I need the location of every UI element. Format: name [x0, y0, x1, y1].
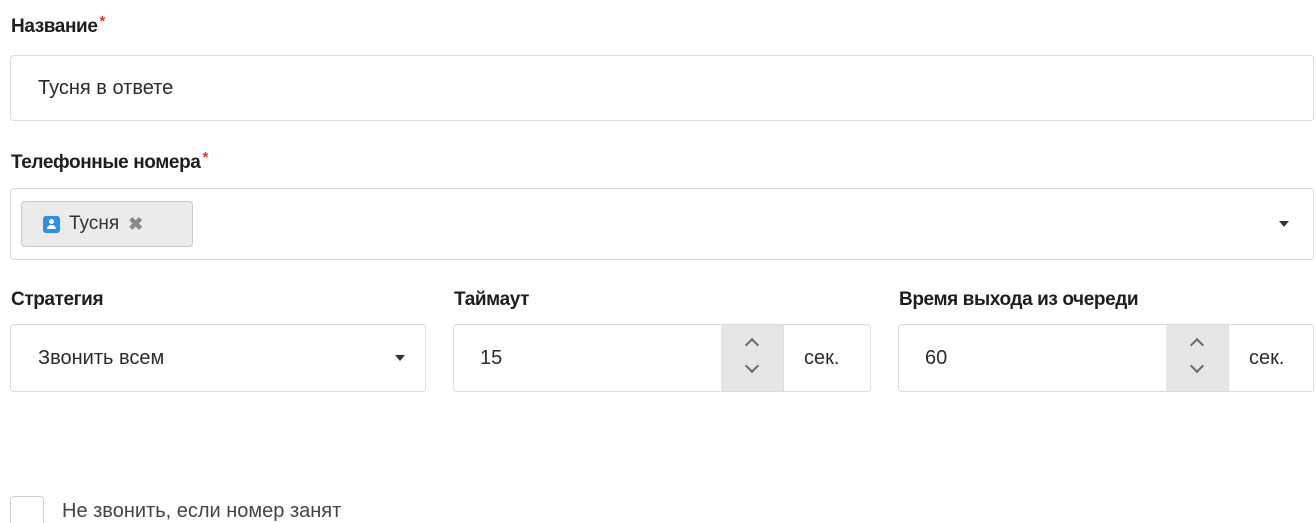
phones-label: Телефонные номера *: [11, 149, 208, 174]
phone-tag-label: Тусня: [69, 213, 120, 234]
phone-tag[interactable]: Тусня ✖: [21, 201, 193, 247]
required-asterisk: *: [99, 13, 105, 30]
strategy-label: Стратегия: [11, 289, 104, 310]
name-label: Название *: [11, 13, 105, 38]
busy-checkbox-label[interactable]: Не звонить, если номер занят: [62, 500, 341, 523]
busy-checkbox[interactable]: [10, 496, 44, 523]
timeout-stepper[interactable]: [721, 325, 783, 391]
required-asterisk: *: [202, 149, 208, 166]
strategy-value: Звонить всем: [38, 347, 165, 369]
chevron-down-icon[interactable]: [1279, 221, 1289, 227]
queue-exit-stepper[interactable]: [1166, 325, 1228, 391]
queue-exit-input[interactable]: 60 сек.: [898, 324, 1314, 392]
name-input[interactable]: Тусня в ответе: [10, 55, 1314, 121]
chevron-up-icon[interactable]: [744, 337, 760, 353]
timeout-unit: сек.: [804, 347, 840, 369]
queue-exit-unit: сек.: [1249, 347, 1285, 369]
chevron-down-icon[interactable]: [744, 358, 760, 374]
name-input-value: Тусня в ответе: [38, 77, 174, 99]
timeout-label: Таймаут: [454, 289, 530, 310]
chevron-down-icon[interactable]: [395, 355, 405, 361]
phones-label-text: Телефонные номера: [11, 152, 201, 173]
remove-tag-icon[interactable]: ✖: [128, 214, 143, 235]
phones-select[interactable]: Тусня ✖: [10, 188, 1314, 260]
chevron-down-icon[interactable]: [1189, 358, 1205, 374]
chevron-up-icon[interactable]: [1189, 337, 1205, 353]
queue-exit-label: Время выхода из очереди: [899, 289, 1139, 310]
name-label-text: Название: [11, 16, 98, 37]
strategy-select[interactable]: Звонить всем: [10, 324, 426, 392]
queue-exit-value: 60: [925, 347, 948, 369]
contact-card-icon: [43, 215, 60, 233]
timeout-value: 15: [480, 347, 503, 369]
timeout-input[interactable]: 15 сек.: [453, 324, 871, 392]
